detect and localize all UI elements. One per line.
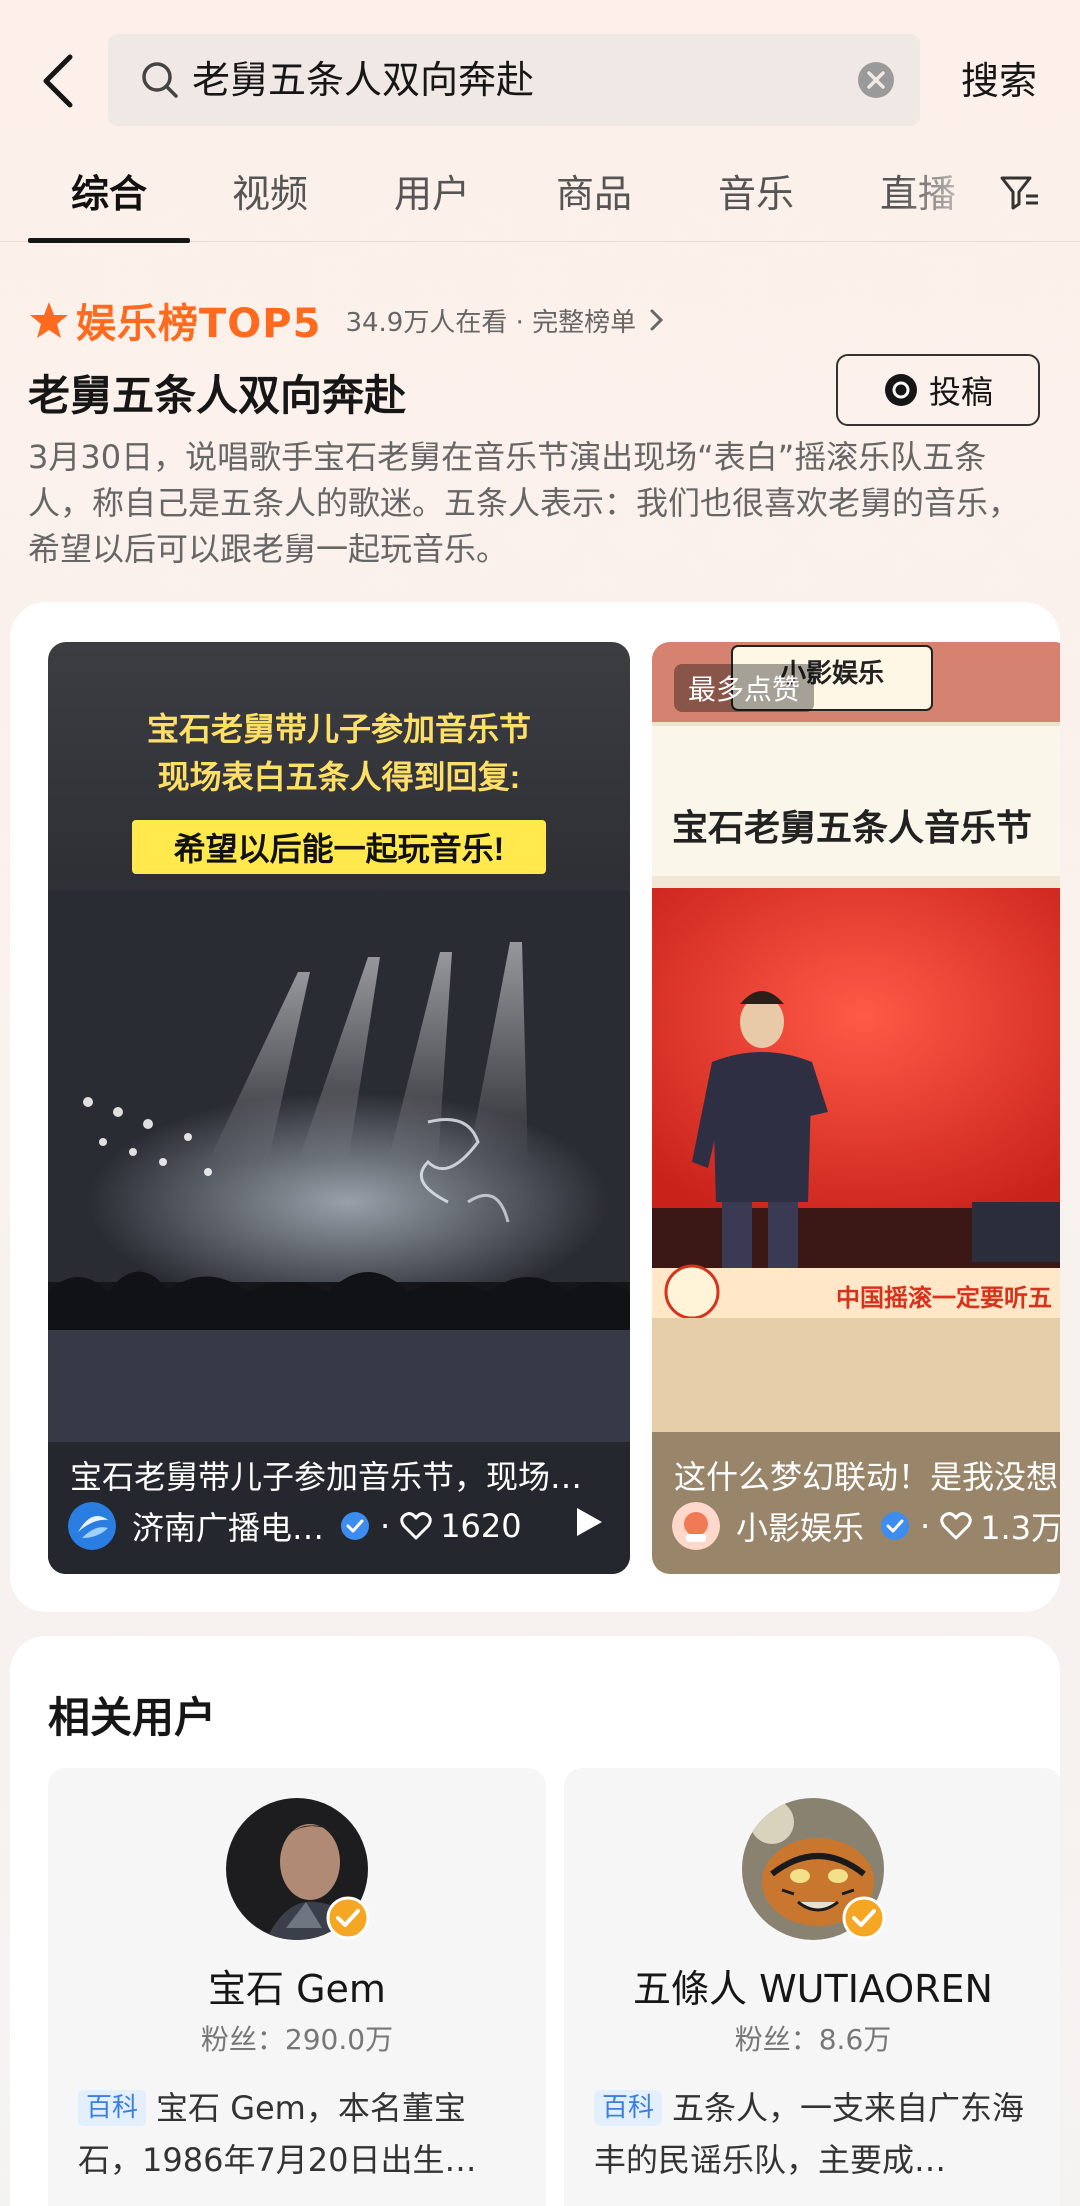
user-description: 百科 宝石 Gem，本名董宝石，1986年7月20日出生… [78,2082,518,2186]
post-button[interactable]: 投稿 [836,354,1040,426]
video-banner: 中国摇滚一定要听五 [836,1284,1052,1312]
verified-icon [842,1896,886,1940]
post-button-label: 投稿 [928,373,993,411]
caption-line-1: 宝石老舅带儿子参加音乐节 [147,711,531,747]
search-input[interactable]: 老舅五条人双向奔赴 [192,34,534,126]
active-tab-indicator [28,238,190,243]
tab-users[interactable]: 用户 [362,164,502,224]
user-fans: 粉丝：8.6万 [734,2023,892,2056]
video-title: 宝石老舅带儿子参加音乐节，现场… [70,1458,583,1496]
video-carousel: 宝石老舅带儿子参加音乐节 现场表白五条人得到回复: 希望以后能一起玩音乐! 宝石… [10,602,1060,1612]
camera-icon [884,374,917,406]
tab-overview[interactable]: 综合 [28,164,190,224]
baike-tag[interactable]: 百科 [594,2090,663,2126]
related-users-panel: 相关用户 宝石 Gem 粉丝：290.0万 百科 宝石 Gem，本名董宝石，198… [10,1636,1060,2206]
like-count: 1620 [440,1507,522,1545]
heart-icon[interactable] [940,1510,972,1542]
tab-videos[interactable]: 视频 [200,164,340,224]
verified-icon [881,1512,910,1540]
search-box[interactable]: 老舅五条人双向奔赴 [108,34,920,126]
filter-icon[interactable] [998,170,1042,214]
most-liked-badge: 最多点赞 [674,664,815,712]
user-fans: 粉丝：290.0万 [200,2023,394,2056]
user-card[interactable]: 五條人 WUTIAOREN 粉丝：8.6万 百科 五条人，一支来自广东海丰的民谣乐… [564,1768,1060,2206]
search-icon [142,62,178,98]
video-card[interactable]: 小影娱乐 宝石老舅五条人音乐节 中国摇滚一定要听五 最多点赞 这什么梦幻联动！是… [652,642,1060,1574]
caption-line-2: 现场表白五条人得到回复: [158,759,521,795]
video-title: 这什么梦幻联动！是我没想 [674,1458,1059,1496]
chevron-right-icon [650,309,664,331]
video-thumbnail: 宝石老舅带儿子参加音乐节 现场表白五条人得到回复: 希望以后能一起玩音乐! [48,642,630,1574]
related-users-title: 相关用户 [48,1693,217,1742]
video-meta: 小影娱乐 · 1.3万 [672,1500,1060,1552]
search-button[interactable]: 搜索 [944,46,1054,116]
star-icon [30,302,68,338]
verified-icon [326,1896,370,1940]
clear-icon[interactable] [856,60,896,100]
tab-fade [900,150,990,238]
user-description: 百科 五条人，一支来自广东海丰的民谣乐队，主要成… [594,2082,1034,2186]
verified-icon [341,1512,370,1540]
chevron-left-icon [43,54,73,108]
user-card[interactable]: 宝石 Gem 粉丝：290.0万 百科 宝石 Gem，本名董宝石，1986年7月2… [48,1768,546,2206]
user-name[interactable]: 五條人 WUTIAOREN [564,1958,1060,2013]
video-thumbnail: 小影娱乐 宝石老舅五条人音乐节 中国摇滚一定要听五 [652,642,1060,1574]
trend-meta[interactable]: 34.9万人在看 · 完整榜单 [345,302,636,339]
video-meta: 济南广播电… · 1620 [68,1500,522,1552]
tab-bar: 综合 视频 用户 商品 音乐 直播 [0,150,1080,243]
like-count: 1.3万 [980,1509,1060,1547]
author-avatar[interactable] [68,1502,116,1550]
play-icon[interactable] [574,1506,604,1538]
caption-line-3: 希望以后能一起玩音乐! [174,831,505,867]
trend-title: 老舅五条人双向奔赴 [28,371,407,420]
trend-description: 3月30日，说唱歌手宝石老舅在音乐节演出现场“表白”摇滚乐队五条人，称自己是五条… [28,438,1021,568]
video-card[interactable]: 宝石老舅带儿子参加音乐节 现场表白五条人得到回复: 希望以后能一起玩音乐! 宝石… [48,642,630,1574]
back-button[interactable] [28,46,88,116]
trend-header[interactable]: 娱乐榜TOP5 34.9万人在看 · 完整榜单 [28,292,668,348]
trend-rank-badge: 娱乐榜TOP5 [76,301,322,347]
author-name[interactable]: 济南广播电… [132,1503,324,1549]
author-name[interactable]: 小影娱乐 [736,1503,864,1549]
author-avatar[interactable] [672,1502,720,1550]
tab-products[interactable]: 商品 [524,164,664,224]
baike-tag[interactable]: 百科 [78,2090,147,2126]
video-caption: 宝石老舅五条人音乐节 [672,807,1032,848]
top-bar: 老舅五条人双向奔赴 搜索 [0,0,1080,150]
user-name[interactable]: 宝石 Gem [48,1958,546,2013]
heart-icon[interactable] [400,1510,432,1542]
tab-music[interactable]: 音乐 [686,164,826,224]
